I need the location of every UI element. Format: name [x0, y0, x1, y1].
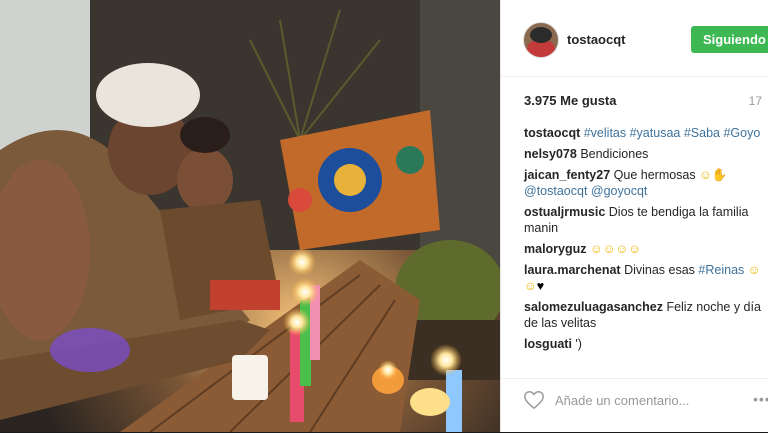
comment-item: nelsy078 Bendiciones — [524, 146, 764, 162]
comment-item: jaican_fenty27 Que hermosas ☺✋ @tostaocq… — [524, 167, 764, 199]
post-details-panel: tostaocqt Siguiendo 3.975 Me gusta 17 to… — [500, 0, 768, 432]
add-comment-row: ••• — [501, 378, 768, 433]
smile-emoji-icon: ☺ — [699, 168, 712, 182]
comment-user[interactable]: tostaocqt — [524, 126, 580, 140]
comment-item: laura.marchenat Divinas esas #Reinas ☺ ☺… — [524, 262, 764, 294]
post-time: 17 — [748, 94, 762, 108]
comment-item: ostualjrmusic Dios te bendiga la familia… — [524, 204, 764, 236]
smile-emoji-icon: ☺ — [747, 263, 761, 277]
more-options-icon[interactable]: ••• — [753, 391, 768, 407]
black-heart-icon: ♥ — [536, 279, 545, 293]
avatar[interactable] — [523, 22, 559, 58]
comment-text: Divinas esas — [624, 263, 695, 277]
post-photo[interactable] — [0, 0, 500, 432]
smile-emoji-icon: ☺☺☺☺ — [590, 242, 642, 256]
hashtag-link[interactable]: #velitas — [584, 126, 626, 140]
comment-user[interactable]: losguati — [524, 337, 572, 351]
hashtag-link[interactable]: #Saba — [684, 126, 720, 140]
mention-link[interactable]: @tostaocqt — [524, 184, 587, 198]
username-link[interactable]: tostaocqt — [567, 32, 626, 47]
comment-text: ') — [575, 337, 582, 351]
comment-text: Bendiciones — [580, 147, 649, 161]
comments-list: tostaocqt #velitas #yatusaa #Saba #Goyo … — [524, 125, 764, 357]
add-comment-input[interactable] — [553, 387, 717, 413]
comment-user[interactable]: ostualjrmusic — [524, 205, 605, 219]
likes-count[interactable]: 3.975 Me gusta — [524, 93, 617, 108]
comment-user[interactable]: salomezuluagasanchez — [524, 300, 663, 314]
hand-emoji-icon: ✋ — [711, 168, 728, 182]
comment-item: losguati ') — [524, 336, 764, 352]
comment-user[interactable]: maloryguz — [524, 242, 587, 256]
comment-user[interactable]: jaican_fenty27 — [524, 168, 610, 182]
comment-item: maloryguz ☺☺☺☺ — [524, 241, 764, 257]
caption: tostaocqt #velitas #yatusaa #Saba #Goyo — [524, 125, 764, 141]
hashtag-link[interactable]: #Goyo — [723, 126, 760, 140]
heart-icon[interactable] — [523, 389, 545, 411]
smile-emoji-icon: ☺ — [524, 279, 537, 293]
post-header: tostaocqt Siguiendo — [501, 0, 768, 77]
hashtag-link[interactable]: #yatusaa — [630, 126, 681, 140]
comment-text: Que hermosas — [613, 168, 696, 182]
mention-link[interactable]: @goyocqt — [591, 184, 647, 198]
comment-user[interactable]: laura.marchenat — [524, 263, 621, 277]
candle-scene-image — [0, 0, 500, 432]
following-button[interactable]: Siguiendo — [691, 26, 768, 53]
hashtag-link[interactable]: #Reinas — [698, 263, 744, 277]
comment-user[interactable]: nelsy078 — [524, 147, 577, 161]
comment-item: salomezuluagasanchez Feliz noche y día d… — [524, 299, 764, 331]
